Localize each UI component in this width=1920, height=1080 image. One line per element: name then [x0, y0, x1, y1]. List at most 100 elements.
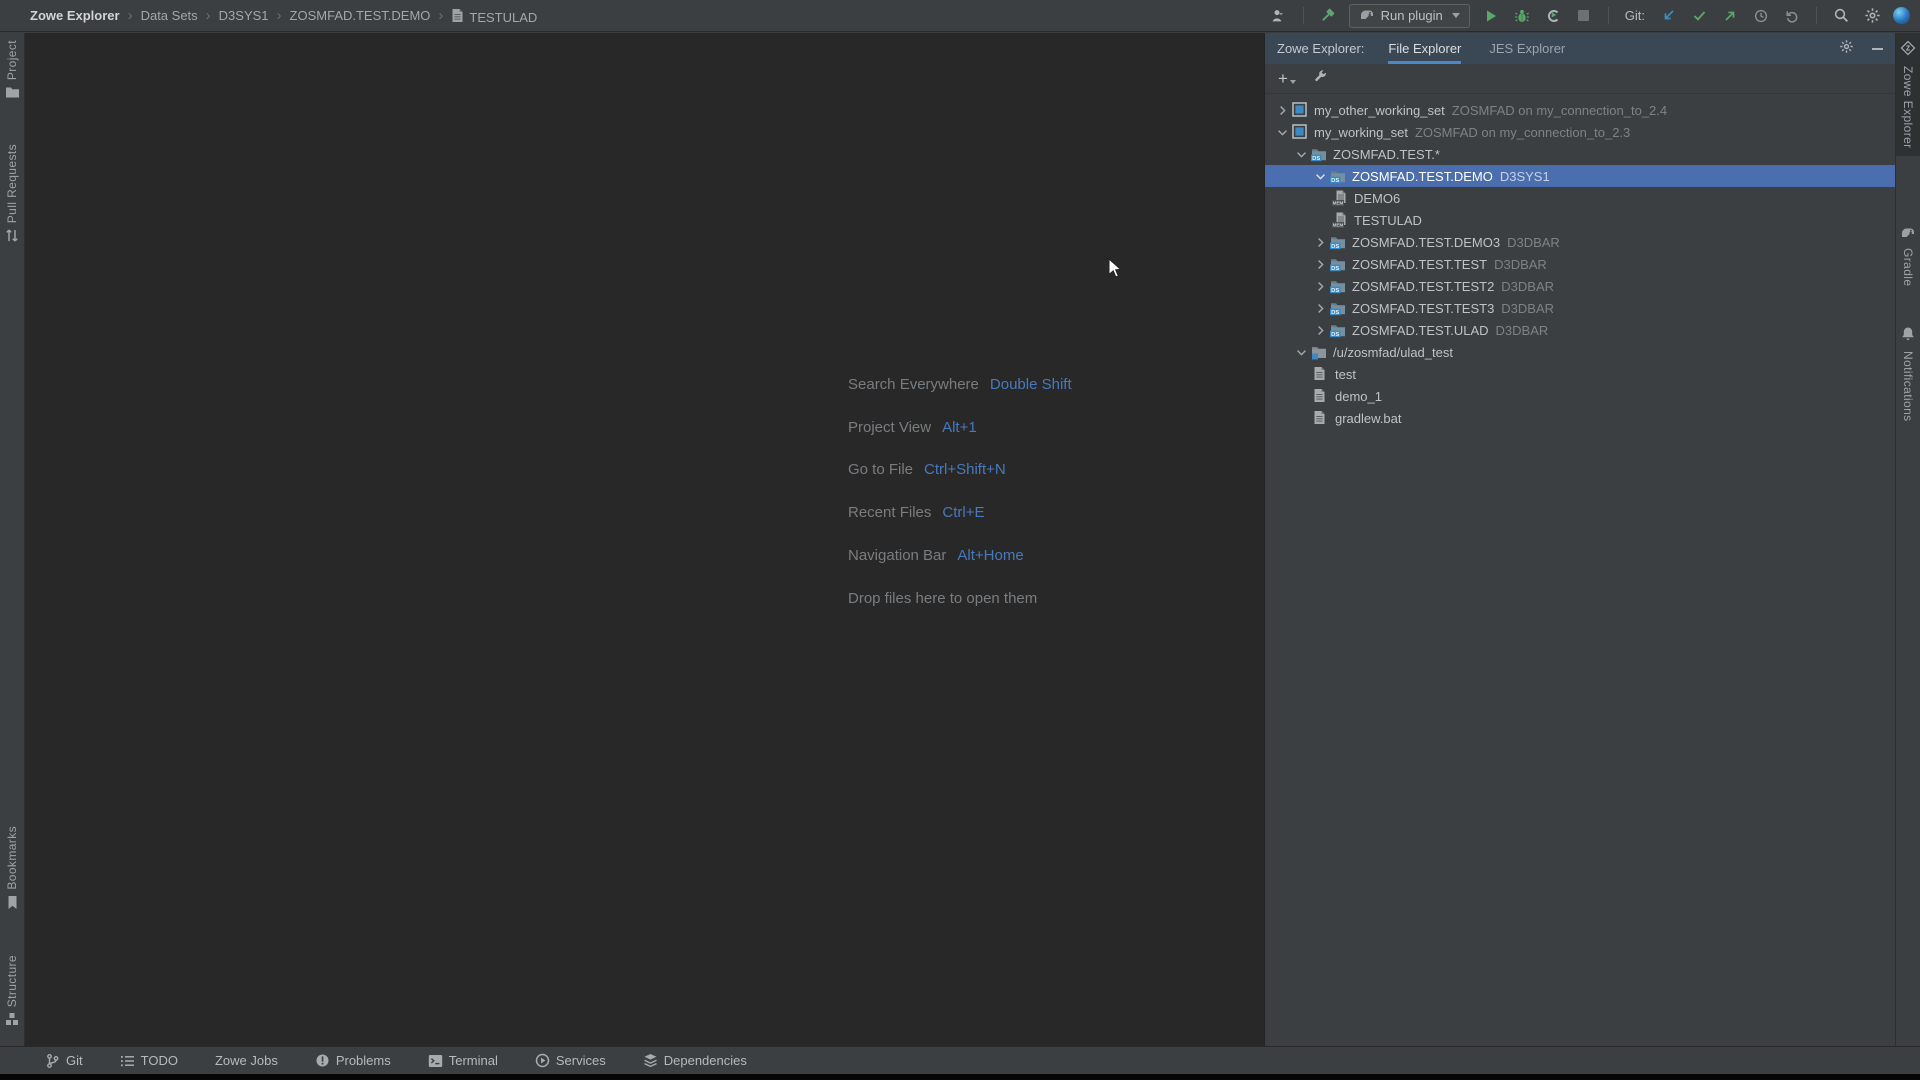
- chevron-right-icon[interactable]: [1313, 279, 1330, 294]
- tree-row[interactable]: /u/zosmfad/ulad_test: [1265, 341, 1895, 363]
- tree-row[interactable]: DSZOSMFAD.TEST.DEMO3D3DBAR: [1265, 231, 1895, 253]
- tool-stripe-label: Structure: [5, 955, 19, 1007]
- svg-text:DS: DS: [1331, 332, 1339, 338]
- tree-row[interactable]: DSZOSMFAD.TEST.TEST2D3DBAR: [1265, 275, 1895, 297]
- git-branch-icon: [45, 1053, 60, 1069]
- working-set-icon: [1292, 102, 1308, 118]
- chevron-right-icon[interactable]: [1313, 323, 1330, 338]
- tree-row[interactable]: test: [1265, 363, 1895, 385]
- tool-stripe-button-gradle[interactable]: Gradle: [1896, 218, 1920, 293]
- tree-node-label: my_other_working_set: [1314, 103, 1445, 118]
- tree-node-label: DEMO6: [1354, 191, 1400, 206]
- svg-text:MEM: MEM: [1333, 223, 1344, 228]
- tool-stripe-label: Project: [5, 40, 19, 80]
- ide-profile-sphere-icon[interactable]: [1893, 7, 1910, 24]
- shortcut-hint-row: Search EverywhereDouble Shift: [848, 363, 1072, 406]
- tool-stripe-label: Pull Requests: [5, 144, 19, 223]
- tree-node-suffix: ZOSMFAD on my_connection_to_2.3: [1415, 125, 1630, 140]
- breadcrumb-item[interactable]: ZOSMFAD.TEST.DEMO: [290, 8, 431, 23]
- tree-row[interactable]: demo_1: [1265, 385, 1895, 407]
- panel-toolbar: +: [1265, 64, 1895, 94]
- chevron-down-icon[interactable]: [1294, 147, 1311, 162]
- git-push-button[interactable]: [1720, 6, 1740, 26]
- shortcut-keys: Ctrl+E: [942, 504, 984, 521]
- chevron-right-icon[interactable]: [1313, 301, 1330, 316]
- tool-stripe-button-pull-requests[interactable]: Pull Requests: [0, 137, 24, 255]
- tree-row[interactable]: DSZOSMFAD.TEST.DEMOD3SYS1: [1265, 165, 1895, 187]
- user-account-icon[interactable]: [1269, 6, 1289, 26]
- chevron-down-icon: [1452, 13, 1460, 18]
- tree-row[interactable]: DSZOSMFAD.TEST.TEST3D3DBAR: [1265, 297, 1895, 319]
- tree-node-label: ZOSMFAD.TEST.*: [1333, 147, 1440, 162]
- add-item-button[interactable]: +: [1278, 72, 1296, 86]
- panel-settings-gear-icon[interactable]: [1839, 39, 1854, 59]
- run-config-select[interactable]: Run plugin: [1349, 4, 1470, 28]
- tool-window-button-problems[interactable]: Problems: [315, 1053, 391, 1068]
- shortcut-action-label: Navigation Bar: [848, 547, 946, 564]
- tool-window-button-terminal[interactable]: Terminal: [428, 1053, 498, 1068]
- breadcrumb-item[interactable]: Zowe Explorer: [30, 8, 120, 23]
- chevron-right-icon[interactable]: [1313, 257, 1330, 272]
- chevron-down-icon[interactable]: [1313, 169, 1330, 184]
- tab-file-explorer[interactable]: File Explorer: [1388, 33, 1461, 64]
- history-button[interactable]: [1751, 6, 1771, 26]
- chevron-down-icon[interactable]: [1275, 125, 1292, 140]
- chevron-right-icon[interactable]: [1313, 235, 1330, 250]
- bottom-tool-bar: Git TODO Zowe Jobs Problems Terminal Services…: [0, 1046, 1920, 1074]
- tab-jes-explorer[interactable]: JES Explorer: [1489, 33, 1565, 64]
- chevron-right-icon[interactable]: [1275, 103, 1292, 118]
- breadcrumb-item[interactable]: TESTULAD: [451, 7, 537, 25]
- dataset-folder-icon: DS: [1311, 146, 1327, 162]
- tool-stripe-button-notifications[interactable]: Notifications: [1896, 319, 1920, 429]
- settings-wrench-icon[interactable]: [1313, 69, 1328, 89]
- tool-window-button-label: Git: [66, 1053, 83, 1068]
- tool-stripe-button-bookmarks[interactable]: Bookmarks: [0, 819, 24, 922]
- tool-window-button-git[interactable]: Git: [45, 1053, 83, 1069]
- breadcrumb-item[interactable]: Data Sets: [141, 8, 198, 23]
- tree-node-label: gradlew.bat: [1335, 411, 1402, 426]
- tool-window-button-dependencies[interactable]: Dependencies: [643, 1053, 747, 1068]
- tree-row[interactable]: my_working_setZOSMFAD on my_connection_t…: [1265, 121, 1895, 143]
- tool-window-button-services[interactable]: Services: [535, 1053, 606, 1068]
- uss-file-icon: [1313, 410, 1329, 426]
- tree-row[interactable]: gradlew.bat: [1265, 407, 1895, 429]
- shortcut-keys: Ctrl+Shift+N: [924, 461, 1006, 478]
- hide-panel-icon[interactable]: [1872, 48, 1883, 50]
- git-update-button[interactable]: [1658, 6, 1678, 26]
- shortcut-hint-row: Recent FilesCtrl+E: [848, 491, 1072, 534]
- tree-node-suffix: D3DBAR: [1496, 323, 1549, 338]
- tree-row[interactable]: MEM DEMO6: [1265, 187, 1895, 209]
- toolbar-separator: [1303, 7, 1304, 24]
- member-file-icon: MEM: [1332, 190, 1348, 206]
- rollback-button[interactable]: [1782, 6, 1802, 26]
- tree-row[interactable]: DSZOSMFAD.TEST.ULADD3DBAR: [1265, 319, 1895, 341]
- panel-title: Zowe Explorer:: [1277, 41, 1364, 56]
- tree-row[interactable]: my_other_working_setZOSMFAD on my_connec…: [1265, 99, 1895, 121]
- file-icon: [451, 8, 464, 23]
- tree-row[interactable]: DSZOSMFAD.TEST.TESTD3DBAR: [1265, 253, 1895, 275]
- tool-window-button-todo[interactable]: TODO: [120, 1053, 178, 1068]
- svg-text:DS: DS: [1331, 244, 1339, 250]
- tool-stripe-button-project[interactable]: Project: [0, 33, 24, 111]
- run-button[interactable]: [1481, 6, 1501, 26]
- git-commit-button[interactable]: [1689, 6, 1709, 26]
- run-with-coverage-button[interactable]: [1543, 6, 1563, 26]
- tool-stripe-button-zowe-explorer[interactable]: ZZowe Explorer: [1896, 33, 1920, 156]
- tool-stripe-label: Bookmarks: [5, 826, 19, 890]
- shortcut-action-label: Project View: [848, 419, 931, 436]
- tool-window-button-zowe-jobs[interactable]: Zowe Jobs: [215, 1053, 278, 1068]
- build-hammer-icon[interactable]: [1318, 6, 1338, 26]
- breadcrumb-item[interactable]: D3SYS1: [219, 8, 269, 23]
- tree-row[interactable]: DS ZOSMFAD.TEST.*: [1265, 143, 1895, 165]
- debug-button[interactable]: [1512, 6, 1532, 26]
- tree-row[interactable]: MEMTESTULAD: [1265, 209, 1895, 231]
- panel-header: Zowe Explorer: File Explorer JES Explorer: [1265, 33, 1895, 64]
- tool-stripe-button-structure[interactable]: Structure: [0, 948, 24, 1038]
- chevron-down-icon[interactable]: [1294, 345, 1311, 360]
- tree-node-label: ZOSMFAD.TEST.TEST3: [1352, 301, 1494, 316]
- settings-gear-icon[interactable]: [1862, 6, 1882, 26]
- search-everywhere-icon[interactable]: [1831, 6, 1851, 26]
- stop-button[interactable]: [1574, 6, 1594, 26]
- editor-empty-area: Search EverywhereDouble Shift Project Vie…: [25, 33, 1264, 1046]
- right-tool-stripe: ZZowe Explorer Gradle Notifications: [1895, 33, 1920, 1046]
